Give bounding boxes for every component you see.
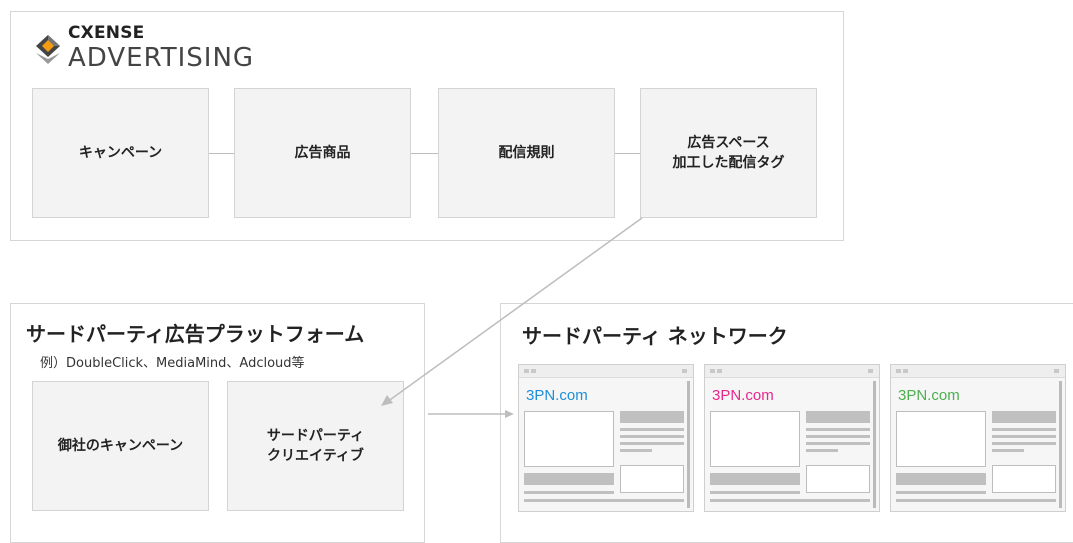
site-thumbnail: 3PN.com [704, 364, 880, 512]
network-title: サードパーティ ネットワーク [522, 324, 788, 348]
site-thumbnail: 3PN.com [518, 364, 694, 512]
image-placeholder [806, 465, 870, 493]
connector-line [208, 153, 235, 154]
image-placeholder [710, 411, 800, 467]
connector-line [614, 153, 641, 154]
connector-line [410, 153, 439, 154]
ad-product-box: 広告商品 [234, 88, 411, 218]
site-name: 3PN.com [526, 387, 588, 404]
platform-title: サードパーティ広告プラットフォーム [26, 322, 365, 346]
ad-space-tag-box: 広告スペース 加工した配信タグ [640, 88, 817, 218]
delivery-rules-box: 配信規則 [438, 88, 615, 218]
scrollbar [873, 381, 876, 508]
image-placeholder [620, 465, 684, 493]
image-placeholder [992, 465, 1056, 493]
scrollbar [1059, 381, 1062, 508]
cxense-logo-icon [36, 35, 60, 64]
site-name: 3PN.com [712, 387, 774, 404]
your-campaign-box: 御社のキャンペーン [32, 381, 209, 511]
site-thumbnail: 3PN.com [890, 364, 1066, 512]
third-party-creative-box: サードパーティ クリエイティブ [227, 381, 404, 511]
campaign-box: キャンペーン [32, 88, 209, 218]
platform-examples: 例）DoubleClick、MediaMind、Adcloud等 [40, 356, 305, 371]
image-placeholder [896, 411, 986, 467]
image-placeholder [524, 411, 614, 467]
site-name: 3PN.com [898, 387, 960, 404]
scrollbar [687, 381, 690, 508]
brand-name: CXENSE [68, 23, 145, 43]
brand-product: ADVERTISING [68, 43, 255, 73]
